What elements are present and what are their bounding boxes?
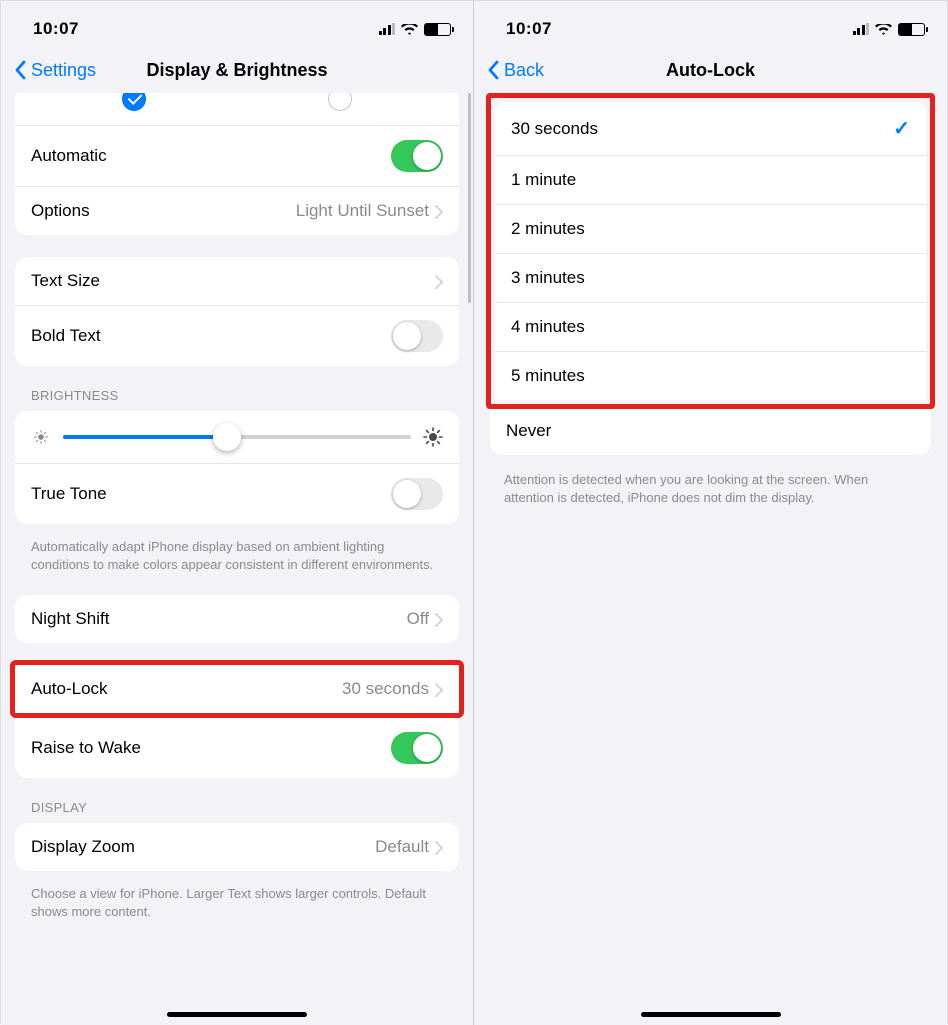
cell-signal-icon [853, 23, 870, 35]
true-tone-toggle[interactable] [391, 478, 443, 510]
appearance-group: Automatic Options Light Until Sunset [15, 93, 459, 235]
battery-icon [424, 23, 451, 36]
brightness-header: Brightness [15, 388, 459, 411]
chevron-right-icon [435, 682, 443, 696]
never-group: Never [490, 407, 931, 455]
bold-text-toggle[interactable] [391, 320, 443, 352]
options-row[interactable]: Options Light Until Sunset [15, 187, 459, 235]
chevron-right-icon [435, 204, 443, 218]
night-shift-label: Night Shift [31, 609, 109, 629]
automatic-toggle[interactable] [391, 140, 443, 172]
auto-lock-group: Auto-Lock 30 seconds Raise to Wake [15, 660, 459, 778]
auto-lock-footer: Attention is detected when you are looki… [488, 463, 933, 506]
raise-to-wake-label: Raise to Wake [31, 738, 141, 758]
display-zoom-label: Display Zoom [31, 837, 135, 857]
option-5-minutes[interactable]: 5 minutes [495, 352, 926, 400]
option-30-seconds[interactable]: 30 seconds ✓ [495, 102, 926, 156]
bold-text-row[interactable]: Bold Text [15, 306, 459, 366]
appearance-radios [15, 93, 459, 126]
auto-lock-value: 30 seconds [342, 679, 429, 699]
brightness-slider-row[interactable] [15, 411, 459, 464]
status-icons [853, 23, 926, 36]
options-value: Light Until Sunset [296, 201, 429, 221]
nav-header: Settings Display & Brightness [1, 45, 473, 93]
back-label: Back [504, 60, 544, 81]
true-tone-row[interactable]: True Tone [15, 464, 459, 524]
option-1-minute[interactable]: 1 minute [495, 156, 926, 205]
night-shift-value: Off [407, 609, 429, 629]
night-shift-row[interactable]: Night Shift Off [15, 595, 459, 643]
display-zoom-footer: Choose a view for iPhone. Larger Text sh… [15, 877, 459, 920]
options-label: Options [31, 201, 90, 221]
home-indicator[interactable] [167, 1012, 307, 1017]
automatic-label: Automatic [31, 146, 107, 166]
status-time: 10:07 [506, 19, 552, 39]
display-zoom-row[interactable]: Display Zoom Default [15, 823, 459, 871]
brightness-slider[interactable] [63, 435, 411, 439]
true-tone-label: True Tone [31, 484, 107, 504]
status-bar: 10:07 [474, 1, 947, 45]
chevron-right-icon [435, 840, 443, 854]
chevron-right-icon [435, 274, 443, 288]
auto-lock-options-group: 30 seconds ✓ 1 minute 2 minutes 3 minute… [495, 102, 926, 400]
bold-text-label: Bold Text [31, 326, 101, 346]
nav-header: Back Auto-Lock [474, 45, 947, 93]
back-button[interactable]: Back [488, 60, 544, 81]
auto-lock-row[interactable]: Auto-Lock 30 seconds [15, 665, 459, 713]
chevron-left-icon [488, 60, 500, 80]
option-2-minutes[interactable]: 2 minutes [495, 205, 926, 254]
option-label: 30 seconds [511, 119, 598, 139]
option-3-minutes[interactable]: 3 minutes [495, 254, 926, 303]
home-indicator[interactable] [641, 1012, 781, 1017]
option-4-minutes[interactable]: 4 minutes [495, 303, 926, 352]
scroll-area[interactable]: Automatic Options Light Until Sunset Tex… [1, 93, 473, 1025]
option-label: Never [506, 421, 551, 441]
scroll-area[interactable]: 30 seconds ✓ 1 minute 2 minutes 3 minute… [474, 93, 947, 1025]
chevron-right-icon [435, 612, 443, 626]
status-bar: 10:07 [1, 1, 473, 45]
option-label: 3 minutes [511, 268, 585, 288]
option-label: 5 minutes [511, 366, 585, 386]
wifi-icon [401, 23, 418, 35]
raise-to-wake-toggle[interactable] [391, 732, 443, 764]
status-time: 10:07 [33, 19, 79, 39]
page-title: Auto-Lock [474, 60, 947, 81]
option-never[interactable]: Never [490, 407, 931, 455]
option-label: 4 minutes [511, 317, 585, 337]
scrollbar[interactable] [468, 93, 471, 303]
sun-max-icon [423, 427, 443, 447]
text-size-label: Text Size [31, 271, 100, 291]
text-group: Text Size Bold Text [15, 257, 459, 366]
back-button[interactable]: Settings [15, 60, 96, 81]
raise-to-wake-row[interactable]: Raise to Wake [15, 718, 459, 778]
cell-signal-icon [379, 23, 396, 35]
auto-lock-label: Auto-Lock [31, 679, 108, 699]
status-icons [379, 23, 452, 36]
options-highlight: 30 seconds ✓ 1 minute 2 minutes 3 minute… [486, 93, 935, 409]
battery-icon [898, 23, 925, 36]
back-label: Settings [31, 60, 96, 81]
text-size-row[interactable]: Text Size [15, 257, 459, 306]
display-zoom-group: Display Zoom Default [15, 823, 459, 871]
appearance-dark-radio[interactable] [328, 93, 352, 111]
appearance-light-radio[interactable] [122, 93, 146, 111]
brightness-group: True Tone [15, 411, 459, 524]
sun-min-icon [31, 427, 51, 447]
phone-auto-lock: 10:07 Back Auto-Lock 30 seconds ✓ [474, 1, 947, 1025]
phone-display-brightness: 10:07 Settings Display & Brightness Au [1, 1, 474, 1025]
check-icon: ✓ [893, 116, 910, 141]
night-shift-group: Night Shift Off [15, 595, 459, 643]
display-zoom-value: Default [375, 837, 429, 857]
true-tone-footer: Automatically adapt iPhone display based… [15, 530, 459, 573]
display-header: Display [15, 800, 459, 823]
option-label: 1 minute [511, 170, 576, 190]
automatic-row[interactable]: Automatic [15, 126, 459, 187]
auto-lock-highlight: Auto-Lock 30 seconds [10, 660, 464, 718]
wifi-icon [875, 23, 892, 35]
option-label: 2 minutes [511, 219, 585, 239]
chevron-left-icon [15, 60, 27, 80]
